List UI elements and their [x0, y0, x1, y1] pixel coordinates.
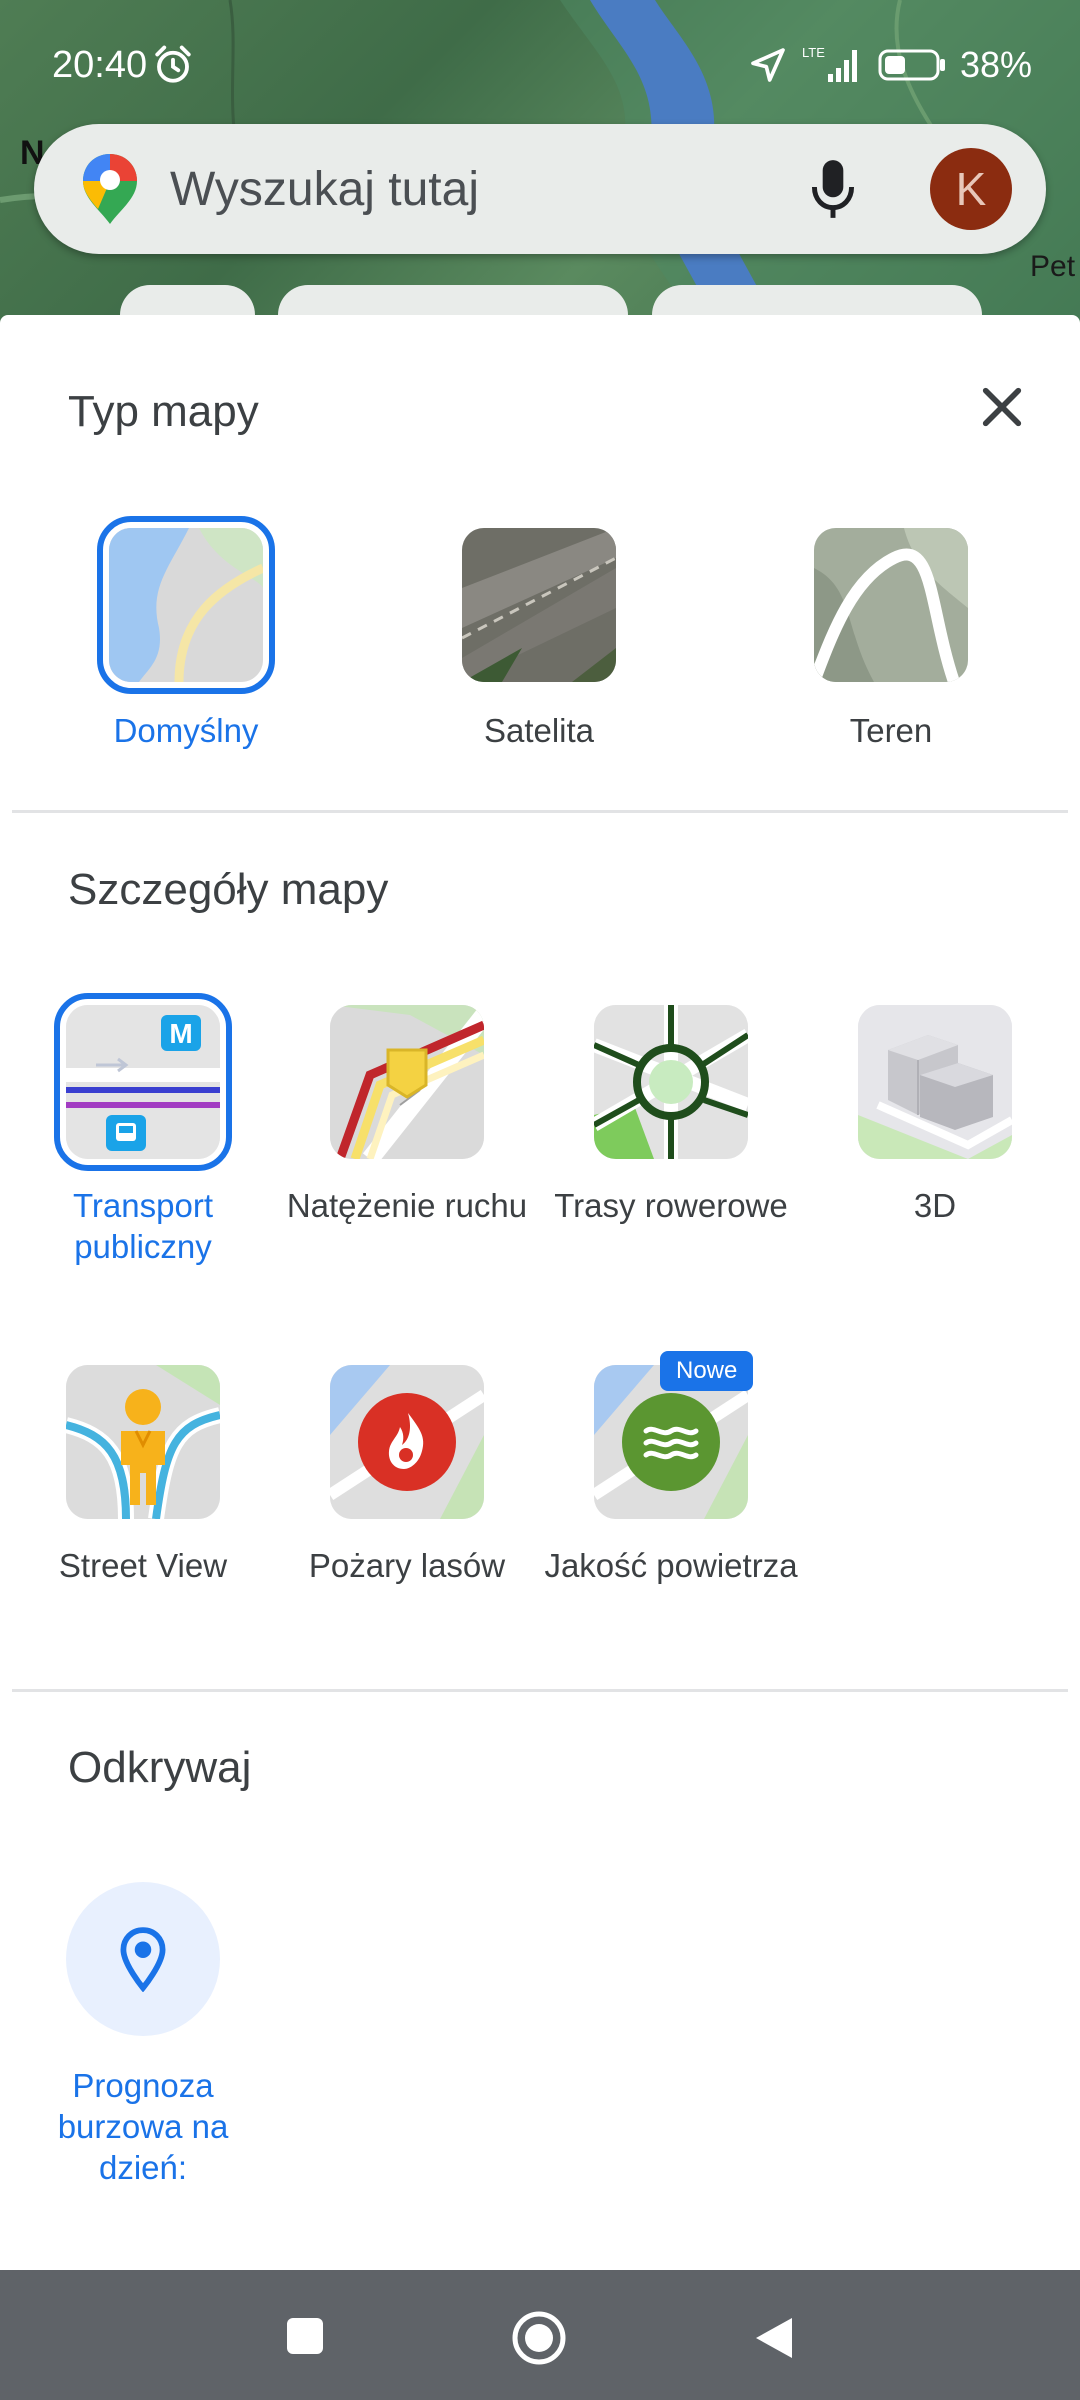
- detail-label: Jakość powietrza: [544, 1547, 798, 1584]
- search-input[interactable]: Wyszukaj tutaj: [170, 162, 479, 217]
- search-bar[interactable]: Wyszukaj tutaj K: [34, 124, 1046, 254]
- new-badge: Nowe: [660, 1351, 754, 1391]
- battery-percent: 38%: [959, 44, 1032, 85]
- section-title-discover: Odkrywaj: [68, 1743, 252, 1792]
- detail-label: Natężenie ruchu: [286, 1187, 528, 1224]
- divider: [12, 1689, 1068, 1692]
- close-icon[interactable]: [974, 379, 1030, 435]
- back-button[interactable]: [752, 2314, 796, 2362]
- 3d-thumbnail[interactable]: [858, 1005, 1012, 1159]
- signal-icon: LTE: [802, 45, 857, 82]
- battery-icon: [878, 49, 945, 81]
- divider: [12, 810, 1068, 813]
- status-bar: 20:40 LTE 38%: [0, 0, 1080, 130]
- google-maps-logo-icon: [83, 154, 137, 224]
- svg-text:LTE: LTE: [802, 45, 825, 60]
- discover-item-label: Prognoza burzowa na dzień:: [57, 2067, 229, 2186]
- system-navigation-bar: [0, 2270, 1080, 2400]
- section-title-map-details: Szczegóły mapy: [68, 865, 389, 914]
- avatar[interactable]: K: [930, 148, 1012, 230]
- location-arrow-icon: [751, 48, 785, 82]
- map-type-label: Domyślny: [113, 712, 259, 749]
- recents-button[interactable]: [285, 2316, 325, 2356]
- map-type-label: Satelita: [483, 712, 595, 749]
- home-button[interactable]: [511, 2310, 567, 2366]
- transit-thumbnail[interactable]: M: [54, 993, 232, 1171]
- satellite-map-thumbnail[interactable]: [462, 528, 616, 682]
- microphone-icon[interactable]: [808, 156, 858, 222]
- map-type-label: Teren: [849, 712, 933, 749]
- default-map-thumbnail[interactable]: [97, 516, 275, 694]
- traffic-thumbnail[interactable]: [330, 1005, 484, 1159]
- wildfires-thumbnail[interactable]: [330, 1365, 484, 1519]
- street-view-thumbnail[interactable]: [66, 1365, 220, 1519]
- detail-label: Transport publiczny: [73, 1187, 213, 1265]
- location-pin-icon: [120, 1927, 166, 1992]
- layers-bottom-sheet: Typ mapy Domyślny Satelita Teren Szczegó…: [0, 315, 1080, 2270]
- status-time: 20:40: [52, 44, 148, 86]
- detail-label: 3D: [913, 1187, 957, 1224]
- discover-item-icon-wrap[interactable]: [66, 1882, 220, 2036]
- map-label: Pet: [1030, 250, 1076, 283]
- terrain-map-thumbnail[interactable]: [814, 528, 968, 682]
- section-title-map-type: Typ mapy: [68, 387, 259, 436]
- svg-text:M: M: [169, 1018, 192, 1049]
- alarm-icon: [155, 45, 191, 83]
- bike-routes-thumbnail[interactable]: [594, 1005, 748, 1159]
- detail-label: Pożary lasów: [308, 1547, 506, 1584]
- detail-label: Street View: [58, 1547, 228, 1584]
- detail-label: Trasy rowerowe: [554, 1187, 788, 1224]
